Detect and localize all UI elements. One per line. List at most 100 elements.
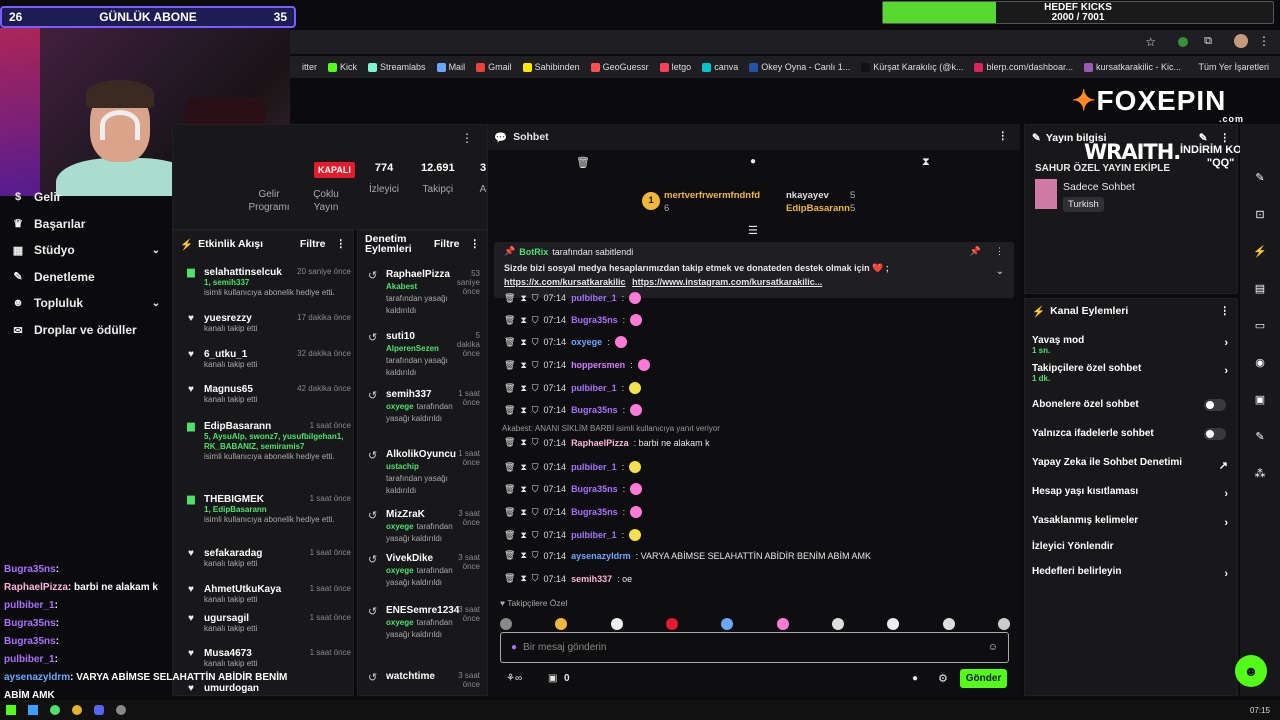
activity-user[interactable]: sefakaradag <box>204 548 262 559</box>
bookmark-item[interactable]: blerp.com/dashboar... <box>974 62 1073 72</box>
emote-icon[interactable] <box>555 618 568 630</box>
trash-icon[interactable]: 🗑 <box>576 156 590 169</box>
moderation-actor[interactable]: oxyege <box>386 522 414 531</box>
card-icon[interactable]: ▣ <box>1249 388 1271 410</box>
sidebar-item-denetleme[interactable]: ✎ Denetleme <box>12 270 160 284</box>
bookmark-item[interactable]: GeoGuessr <box>590 62 649 72</box>
collapse-icon[interactable]: ☰ <box>748 224 758 237</box>
unpin-icon[interactable]: 📌 <box>970 246 981 257</box>
message-user[interactable]: RaphaelPizza <box>571 438 629 448</box>
trash-icon[interactable]: 🗑 <box>504 405 515 416</box>
moderation-menu-icon[interactable]: ⋮ <box>470 239 481 250</box>
timeout-icon[interactable]: ⧗ <box>520 293 526 304</box>
trash-icon[interactable]: 🗑 <box>504 550 515 561</box>
bookmark-item[interactable]: Gmail <box>476 62 512 72</box>
bookmark-item[interactable]: Kick <box>328 62 357 72</box>
moderation-user[interactable]: watchtime <box>386 671 456 682</box>
moderation-actor[interactable]: ustachip <box>386 462 419 471</box>
channel-action-7[interactable]: İzleyici Yönlendir <box>1032 541 1228 552</box>
trash-icon[interactable]: 🗑 <box>504 337 515 348</box>
moderation-user[interactable]: suti10 <box>386 331 456 342</box>
timeout-icon[interactable]: ⧗ <box>520 530 526 541</box>
chrome-taskbar-icon[interactable] <box>72 705 82 715</box>
activity-filter-button[interactable]: Filtre <box>300 238 326 250</box>
trash-icon[interactable]: 🗑 <box>504 573 515 584</box>
emote-icon[interactable] <box>610 618 623 630</box>
moderation-actor[interactable]: oxyege <box>386 618 414 627</box>
moderation-actor[interactable]: oxyege <box>386 566 414 575</box>
timeout-icon[interactable]: ⧗ <box>520 573 526 584</box>
bookmark-item[interactable]: Okey Oyna - Canlı 1... <box>749 62 850 72</box>
toggle-switch[interactable] <box>1204 399 1226 411</box>
trash-icon[interactable]: 🗑 <box>504 293 515 304</box>
extension-icon[interactable] <box>1178 37 1188 47</box>
moderation-actor[interactable]: AlperenSezen <box>386 344 439 353</box>
toggle-switch[interactable] <box>1204 428 1226 440</box>
bookmark-item[interactable]: Streamlabs <box>368 62 426 72</box>
pinned-link-x[interactable]: https://x.com/kursatkarakilic <box>504 277 626 287</box>
discord-taskbar-icon[interactable] <box>94 705 104 715</box>
channel-action-0[interactable]: Yavaş mod 1 sn. › <box>1032 335 1228 355</box>
chevron-right-icon[interactable]: › <box>1224 568 1228 580</box>
clipboard-icon[interactable]: ▤ <box>1249 277 1271 299</box>
crop-icon[interactable]: ⊡ <box>1249 203 1271 225</box>
emote-icon[interactable] <box>721 618 734 630</box>
trash-icon[interactable]: 🗑 <box>504 315 515 326</box>
activity-user[interactable]: selahattinselcuk <box>204 267 282 278</box>
moderation-actor[interactable]: Akabest <box>386 282 417 291</box>
trash-icon[interactable]: 🗑 <box>504 507 515 518</box>
moderation-filter-button[interactable]: Filtre <box>434 239 460 250</box>
chat-bubble-icon[interactable]: ● <box>750 156 756 167</box>
emote-icon[interactable] <box>500 618 512 630</box>
bookmark-item[interactable]: kursatkarakilic - Kic... <box>1084 62 1181 72</box>
other-bookmarks[interactable]: Tüm Yer İşaretleri <box>1198 62 1269 72</box>
multistream-label[interactable]: Çoklu Yayın <box>311 188 341 214</box>
stream-info-menu-icon[interactable]: ⋮ <box>1220 132 1231 144</box>
channel-actions-menu-icon[interactable]: ⋮ <box>1220 305 1231 317</box>
star-icon[interactable]: ☆ <box>1145 35 1156 49</box>
chevron-right-icon[interactable]: › <box>1224 517 1228 529</box>
external-link-icon[interactable]: ↗ <box>1219 459 1228 472</box>
gift-icon[interactable]: ▣ <box>548 673 557 684</box>
stream-category[interactable]: Sadece Sohbet <box>1063 181 1135 193</box>
channel-action-1[interactable]: Takipçilere özel sohbet 1 dk. › <box>1032 363 1228 383</box>
bookmark-item[interactable]: canva <box>702 62 738 72</box>
timeout-icon[interactable]: ⧗ <box>520 360 526 371</box>
moderation-actor[interactable]: oxyege <box>386 402 414 411</box>
chevron-down-icon[interactable]: ⌄ <box>152 298 160 309</box>
pinned-link-instagram[interactable]: https://www.instagram.com/kursatkarakili… <box>632 277 822 287</box>
emote-icon[interactable] <box>776 618 789 630</box>
trash-icon[interactable]: 🗑 <box>504 530 515 541</box>
partner-program-label[interactable]: Gelir Programı <box>247 188 291 214</box>
moderation-user[interactable]: VivekDike <box>386 553 456 564</box>
sidebar-item-gelir[interactable]: $ Gelir <box>12 190 160 204</box>
share-icon[interactable]: ⁂ <box>1249 462 1271 484</box>
chat-settings-bubble-icon[interactable]: ● <box>912 673 918 684</box>
stats-menu-icon[interactable]: ⋮ <box>461 131 473 145</box>
message-user[interactable]: pulbiber_1 <box>571 293 617 303</box>
chevron-right-icon[interactable]: › <box>1224 488 1228 500</box>
message-user[interactable]: pulbiber_1 <box>571 462 617 472</box>
channel-action-4[interactable]: Yapay Zeka ile Sohbet Denetimi ↗ <box>1032 457 1228 472</box>
emote-icon[interactable] <box>942 618 955 630</box>
mic-icon[interactable]: ● <box>511 642 517 653</box>
moderation-user[interactable]: ENESemre1234 <box>386 605 459 616</box>
message-user[interactable]: Bugra35ns <box>571 315 618 325</box>
points-icon[interactable]: ⚘∞ <box>506 673 522 684</box>
channel-action-8[interactable]: Hedefleri belirleyin › <box>1032 566 1228 580</box>
timeout-icon[interactable]: ⧗ <box>520 550 526 561</box>
bookmark-item[interactable]: Sahibinden <box>522 62 580 72</box>
puzzle-icon[interactable]: ⧉ <box>1204 35 1212 48</box>
channel-action-2[interactable]: Abonelere özel sohbet <box>1032 399 1228 411</box>
chevron-down-icon[interactable]: ⌄ <box>996 266 1004 277</box>
sidebar-item-stdyo[interactable]: ▦ Stüdyo ⌄ <box>12 243 160 257</box>
bolt-icon[interactable]: ⚡ <box>1249 240 1271 262</box>
activity-user[interactable]: EdipBasarann <box>204 421 271 432</box>
whatsapp-taskbar-icon[interactable] <box>50 705 60 715</box>
chat-input[interactable]: ● Bir mesaj gönderin ☺ <box>500 632 1009 663</box>
message-user[interactable]: pulbiber_1 <box>571 530 617 540</box>
broadcast-icon[interactable]: ◉ <box>1249 351 1271 373</box>
activity-user[interactable]: yuesrezzy <box>204 313 252 324</box>
send-button[interactable]: Gönder <box>960 669 1007 688</box>
chevron-right-icon[interactable]: › <box>1224 365 1228 377</box>
